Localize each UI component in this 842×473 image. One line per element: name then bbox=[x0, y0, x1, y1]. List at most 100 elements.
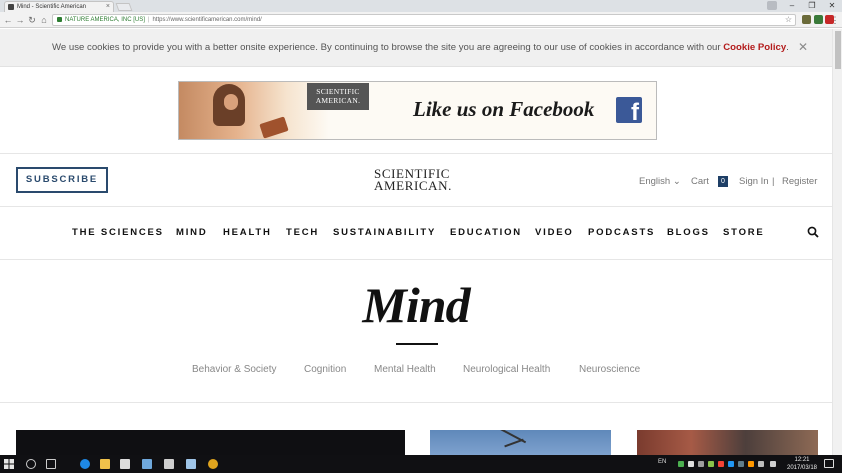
minimize-button[interactable]: – bbox=[782, 0, 802, 12]
nav-education[interactable]: EDUCATION bbox=[450, 227, 522, 238]
cart-link[interactable]: Cart bbox=[691, 176, 709, 187]
subcategory-behavior-society[interactable]: Behavior & Society bbox=[192, 364, 277, 375]
tab-title: Mind - Scientific American bbox=[17, 4, 87, 10]
system-clock[interactable]: 12:21 2017/03/18 bbox=[786, 456, 818, 472]
nav-video[interactable]: VIDEO bbox=[535, 227, 574, 238]
article-card-image[interactable] bbox=[637, 430, 818, 455]
task-view-icon[interactable] bbox=[46, 459, 56, 469]
tray-icon[interactable] bbox=[748, 461, 754, 467]
search-icon[interactable] bbox=[26, 459, 36, 469]
cookie-message: We use cookies to provide you with a bet… bbox=[52, 42, 789, 53]
cookie-suffix: . bbox=[786, 42, 789, 53]
chevron-down-icon: ⌄ bbox=[672, 176, 681, 187]
clock-time: 12:21 bbox=[794, 457, 810, 463]
tab-close-icon[interactable]: × bbox=[106, 2, 110, 12]
back-icon[interactable]: ← bbox=[3, 14, 13, 26]
tray-icon[interactable] bbox=[688, 461, 694, 467]
network-icon[interactable] bbox=[758, 461, 764, 467]
tab-strip: Mind - Scientific American × – ❐ ✕ bbox=[0, 0, 842, 12]
profile-icon[interactable] bbox=[767, 1, 777, 10]
home-icon[interactable]: ⌂ bbox=[39, 14, 49, 26]
sign-in-link[interactable]: Sign In bbox=[739, 176, 769, 187]
language-label: English bbox=[639, 176, 671, 187]
ad-brand-logo: SCIENTIFIC AMERICAN. bbox=[307, 83, 369, 110]
browser-menu-icon[interactable]: ⋮ bbox=[830, 14, 840, 26]
header-divider: | bbox=[772, 176, 775, 187]
ad-person-face bbox=[224, 94, 238, 110]
tray-icon[interactable] bbox=[738, 461, 744, 467]
reload-icon[interactable]: ↻ bbox=[27, 14, 37, 26]
page-scrollbar[interactable] bbox=[832, 29, 842, 455]
nav-sustainability[interactable]: SUSTAINABILITY bbox=[333, 227, 436, 238]
edge-browser-icon[interactable] bbox=[80, 459, 90, 469]
app-icon[interactable] bbox=[142, 459, 152, 469]
site-favicon-icon bbox=[8, 4, 14, 10]
nav-the-sciences[interactable]: THE SCIENCES bbox=[72, 227, 164, 238]
facebook-ad-banner[interactable]: SCIENTIFIC AMERICAN. Like us on Facebook… bbox=[178, 81, 657, 140]
title-underline bbox=[396, 343, 438, 345]
scrollbar-thumb[interactable] bbox=[835, 31, 841, 69]
nav-health[interactable]: HEALTH bbox=[223, 227, 272, 238]
ad-headline: Like us on Facebook bbox=[413, 97, 595, 121]
cookie-text: We use cookies to provide you with a bet… bbox=[52, 42, 724, 53]
language-indicator[interactable]: EN bbox=[658, 459, 666, 465]
nav-store[interactable]: STORE bbox=[723, 227, 765, 238]
tray-icon[interactable] bbox=[708, 461, 714, 467]
tray-icon[interactable] bbox=[728, 461, 734, 467]
windows-start-icon[interactable] bbox=[4, 459, 14, 469]
nav-blogs[interactable]: BLOGS bbox=[667, 227, 710, 238]
forward-icon[interactable]: → bbox=[15, 14, 25, 26]
search-icon[interactable] bbox=[807, 226, 819, 238]
chrome-icon[interactable] bbox=[208, 459, 218, 469]
tray-icon[interactable] bbox=[698, 461, 704, 467]
divider bbox=[0, 402, 832, 403]
address-bar[interactable]: NATURE AMERICA, INC [US] | https://www.sci… bbox=[52, 14, 796, 26]
subcategory-cognition[interactable]: Cognition bbox=[304, 364, 346, 375]
tray-icon[interactable] bbox=[718, 461, 724, 467]
facebook-icon: f bbox=[616, 97, 642, 125]
tray-icon[interactable] bbox=[678, 461, 684, 467]
nav-podcasts[interactable]: PODCASTS bbox=[588, 227, 655, 238]
article-card-image[interactable] bbox=[16, 430, 405, 455]
clock-date: 2017/03/18 bbox=[786, 465, 818, 471]
cookie-banner: We use cookies to provide you with a bet… bbox=[0, 29, 832, 67]
browser-window: Mind - Scientific American × – ❐ ✕ ← → ↻… bbox=[0, 0, 842, 473]
nav-mind[interactable]: MIND bbox=[176, 227, 207, 238]
subcategory-mental-health[interactable]: Mental Health bbox=[374, 364, 436, 375]
subcategory-neuroscience[interactable]: Neuroscience bbox=[579, 364, 640, 375]
nav-tech[interactable]: TECH bbox=[286, 227, 319, 238]
divider bbox=[0, 259, 832, 260]
cart-count-badge: 0 bbox=[718, 176, 728, 187]
extension-icon[interactable] bbox=[802, 15, 811, 24]
url-separator: | bbox=[147, 17, 150, 23]
extension-icon[interactable] bbox=[814, 15, 823, 24]
calculator-icon[interactable] bbox=[164, 459, 174, 469]
bookmark-star-icon[interactable]: ☆ bbox=[785, 15, 792, 25]
new-tab-button[interactable] bbox=[115, 3, 133, 11]
browser-toolbar: ← → ↻ ⌂ NATURE AMERICA, INC [US] | https:/… bbox=[0, 12, 842, 28]
app-icon[interactable] bbox=[186, 459, 196, 469]
register-link[interactable]: Register bbox=[782, 176, 817, 187]
ad-logo-line2: AMERICAN. bbox=[315, 96, 361, 105]
logo-line2: AMERICAN. bbox=[374, 178, 452, 193]
page-title: Mind bbox=[362, 277, 470, 333]
file-explorer-icon[interactable] bbox=[100, 459, 110, 469]
subscribe-button[interactable]: SUBSCRIBE bbox=[16, 167, 108, 193]
ad-logo-line1: SCIENTIFIC bbox=[316, 87, 360, 96]
cookie-policy-link[interactable]: Cookie Policy bbox=[723, 42, 786, 53]
close-window-button[interactable]: ✕ bbox=[822, 0, 842, 12]
close-icon[interactable]: ✕ bbox=[798, 40, 808, 54]
security-label: NATURE AMERICA, INC [US] bbox=[65, 17, 145, 23]
divider bbox=[0, 206, 832, 207]
subcategory-neurological-health[interactable]: Neurological Health bbox=[463, 364, 550, 375]
maximize-button[interactable]: ❐ bbox=[802, 0, 822, 12]
volume-icon[interactable] bbox=[770, 461, 776, 467]
site-logo[interactable]: SCIENTIFIC AMERICAN. bbox=[374, 167, 460, 193]
divider bbox=[0, 153, 832, 154]
language-selector[interactable]: English ⌄ bbox=[639, 176, 681, 187]
store-icon[interactable] bbox=[120, 459, 130, 469]
article-card-image[interactable] bbox=[430, 430, 611, 455]
notification-icon[interactable] bbox=[824, 459, 834, 468]
image-detail bbox=[504, 438, 524, 448]
browser-tab[interactable]: Mind - Scientific American × bbox=[4, 1, 114, 12]
